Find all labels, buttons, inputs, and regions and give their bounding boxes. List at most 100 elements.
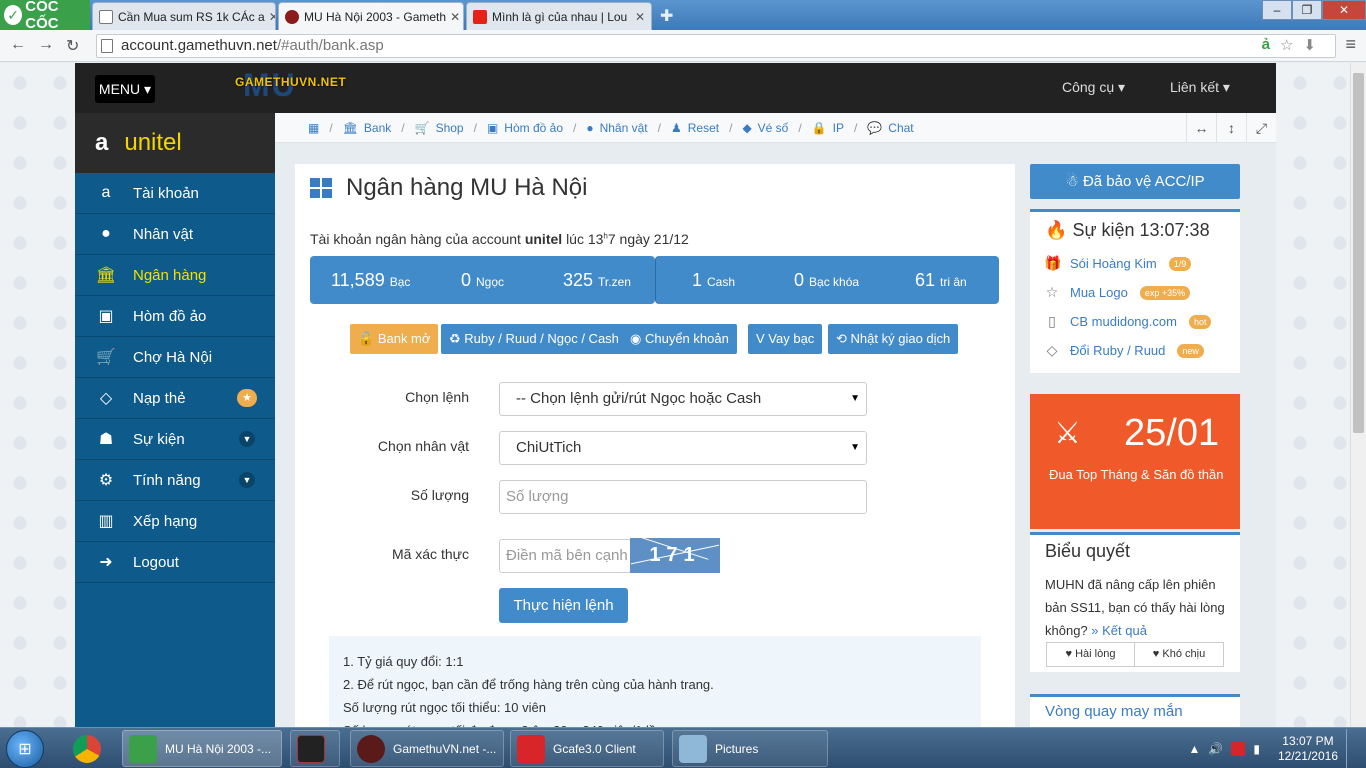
gcafe-tray-icon[interactable] [1231, 741, 1246, 756]
sidebar-item-virtual-chest[interactable]: ▣ Hòm đồ ảo [75, 296, 275, 337]
bank-open-button[interactable]: 🔓 Bank mở [350, 324, 439, 354]
event-label: Sói Hoàng Kim [1070, 256, 1157, 271]
sidebar-item-market[interactable]: 🛒 Chợ Hà Nội [75, 337, 275, 378]
transfer-button[interactable]: ◉ Chuyển khoản [622, 324, 737, 354]
crumb-character[interactable]: Nhân vật [600, 121, 648, 135]
links-dropdown[interactable]: Liên kết ▾ [1170, 79, 1230, 96]
star-icon: ☆ [1045, 284, 1059, 300]
browser-tab-active[interactable]: MU Hà Nội 2003 - Gameth ✕ [278, 2, 464, 30]
close-icon[interactable]: ✕ [631, 10, 645, 24]
tab-title: Cần Mua sum RS 1k CÁc a [118, 9, 265, 24]
poll-result-link[interactable]: » Kết quả [1091, 623, 1147, 638]
taskbar-label: GamethuVN.net -... [393, 741, 497, 756]
site-logo[interactable]: MU GAMETHUVN.NET [235, 67, 346, 103]
taskbar-item-mu[interactable] [290, 730, 340, 767]
browser-menu-icon[interactable]: ≡ [1345, 34, 1356, 55]
page-scrollbar[interactable] [1350, 63, 1366, 727]
vote-satisfied-button[interactable]: ♥ Hài lòng [1046, 642, 1135, 667]
ruby-exchange-button[interactable]: ♻ Ruby / Ruud / Ngọc / Cash [441, 324, 627, 354]
download-icon[interactable]: ⬇ [1303, 36, 1316, 54]
new-tab-button[interactable]: ✚ [660, 6, 673, 26]
network-icon[interactable]: ▮ [1253, 742, 1260, 756]
diamond-icon: ◇ [99, 390, 113, 407]
start-button[interactable]: ⊞ [6, 730, 44, 768]
taskbar-item-gcafe[interactable]: Gcafe3.0 Client [510, 730, 664, 767]
fullscreen-icon[interactable]: ⤢ [1246, 113, 1276, 143]
taskbar-item-pictures[interactable]: Pictures [672, 730, 828, 767]
captcha-input[interactable]: Điền mã bên cạnh [499, 539, 631, 573]
command-select[interactable]: -- Chọn lệnh gửi/rút Ngọc hoặc Cash ▼ [499, 382, 867, 416]
quantity-input[interactable]: Số lượng [499, 480, 867, 514]
sidebar-item-label: Ngân hàng [133, 266, 207, 284]
cart-icon: 🛒 [414, 120, 430, 135]
event-item[interactable]: ▯ CB mudidong.com hot [1030, 307, 1240, 336]
event-label: CB mudidong.com [1070, 314, 1177, 329]
browser-brand[interactable]: ✓ CỐC CỐC [0, 0, 90, 32]
taskbar-item-gamethuvn[interactable]: GamethuVN.net -... [350, 730, 504, 767]
chevron-down-icon[interactable]: ▼ [239, 472, 255, 488]
unlock-icon: 🔓 [358, 331, 375, 346]
crumb-reset[interactable]: Reset [688, 121, 719, 135]
promo-banner[interactable]: ⚔ 25/01 Đua Top Tháng & Săn đồ thần [1030, 394, 1240, 529]
windows-taskbar: ⊞ MU Hà Nội 2003 -... GamethuVN.net -...… [0, 727, 1366, 768]
lucky-wheel-title[interactable]: Vòng quay may mắn [1030, 697, 1240, 720]
crumb-ip[interactable]: IP [833, 121, 844, 135]
expand-vertical-icon[interactable]: ↕ [1216, 113, 1246, 143]
event-item[interactable]: ◇ Đổi Ruby / Ruud new [1030, 336, 1240, 365]
user-box: a unitel [75, 113, 275, 173]
crumb-bank[interactable]: Bank [364, 121, 391, 135]
crumb-lottery[interactable]: Vé số [758, 121, 789, 135]
balance-value: 0 [461, 269, 472, 290]
clock[interactable]: 13:07 PM 12/21/2016 [1278, 734, 1338, 764]
mu-game-icon [297, 734, 325, 763]
sidebar-item-ranking[interactable]: ▥ Xếp hạng [75, 501, 275, 542]
menu-button[interactable]: MENU ▾ [95, 75, 155, 103]
event-item[interactable]: 🎁 Sói Hoàng Kim 1/9 [1030, 249, 1240, 278]
bookmark-star-icon[interactable]: ☆ [1280, 36, 1293, 54]
close-icon[interactable]: ✕ [446, 10, 460, 24]
scrollbar-thumb[interactable] [1353, 73, 1364, 433]
sidebar-item-account[interactable]: a Tài khoản [75, 173, 275, 214]
taskbar-item-coccoc[interactable]: MU Hà Nội 2003 -... [122, 730, 282, 767]
browser-tab[interactable]: Mình là gì của nhau | Lou ✕ [466, 2, 652, 30]
crumb-shop[interactable]: Shop [436, 121, 464, 135]
chrome-taskbar-icon[interactable] [66, 730, 110, 767]
forward-arrow-icon[interactable]: → [38, 36, 54, 54]
sidebar-item-topup[interactable]: ◇ Nạp thẻ ★ [75, 378, 275, 419]
vote-unsatisfied-button[interactable]: ♥ Khó chịu [1134, 642, 1224, 667]
tools-dropdown[interactable]: Công cụ ▾ [1062, 79, 1125, 96]
character-select[interactable]: ChiUtTich ▼ [499, 431, 867, 465]
minimize-button[interactable]: ‒ [1262, 0, 1292, 20]
character-label: Chọn nhân vật [377, 438, 469, 454]
window-close-button[interactable]: ✕ [1322, 0, 1366, 20]
event-item[interactable]: ☆ Mua Logo exp +35% [1030, 278, 1240, 307]
sidebar-item-events[interactable]: ☗ Sự kiện ▼ [75, 419, 275, 460]
maximize-button[interactable]: ❐ [1292, 0, 1322, 20]
calendar-icon[interactable]: ▦ [308, 121, 319, 135]
sidebar-item-character[interactable]: ● Nhân vật [75, 214, 275, 255]
chevron-down-icon[interactable]: ▼ [239, 431, 255, 447]
transaction-log-button[interactable]: ⟲ Nhật ký giao dịch [828, 324, 959, 354]
expand-horizontal-icon[interactable]: ↔ [1186, 113, 1216, 143]
browser-tab[interactable]: Cần Mua sum RS 1k CÁc a ✕ [92, 2, 276, 30]
show-hidden-icons-icon[interactable]: ▲ [1188, 742, 1200, 756]
reload-icon[interactable]: ↻ [66, 36, 79, 56]
url-input[interactable]: account.gamethuvn.net/#auth/bank.asp [96, 34, 1336, 58]
sidebar-item-bank[interactable]: 🏛 Ngân hàng [75, 255, 275, 296]
show-desktop-button[interactable] [1346, 728, 1358, 768]
volume-icon[interactable]: 🔊 [1208, 742, 1223, 756]
crumb-chest[interactable]: Hòm đồ ảo [504, 121, 563, 135]
crumb-chat[interactable]: Chat [888, 121, 913, 135]
tools-label: Công cụ [1062, 79, 1115, 95]
coccoc-extension-icon[interactable]: ả [1262, 36, 1270, 54]
protect-account-button[interactable]: ☃ Đã bảo vệ ACC/IP [1030, 164, 1240, 199]
back-arrow-icon[interactable]: ← [10, 36, 26, 54]
lucky-wheel-panel: Vòng quay may mắn [1030, 694, 1240, 727]
close-icon[interactable]: ✕ [265, 10, 275, 24]
sidebar-item-logout[interactable]: ➜ Logout [75, 542, 275, 583]
submit-command-button[interactable]: Thực hiện lệnh [499, 588, 628, 623]
loan-button[interactable]: V Vay bạc [748, 324, 823, 354]
captcha-image[interactable]: 171 [630, 538, 720, 573]
sidebar-item-features[interactable]: ⚙ Tính năng ▼ [75, 460, 275, 501]
gcafe-icon [517, 734, 545, 763]
